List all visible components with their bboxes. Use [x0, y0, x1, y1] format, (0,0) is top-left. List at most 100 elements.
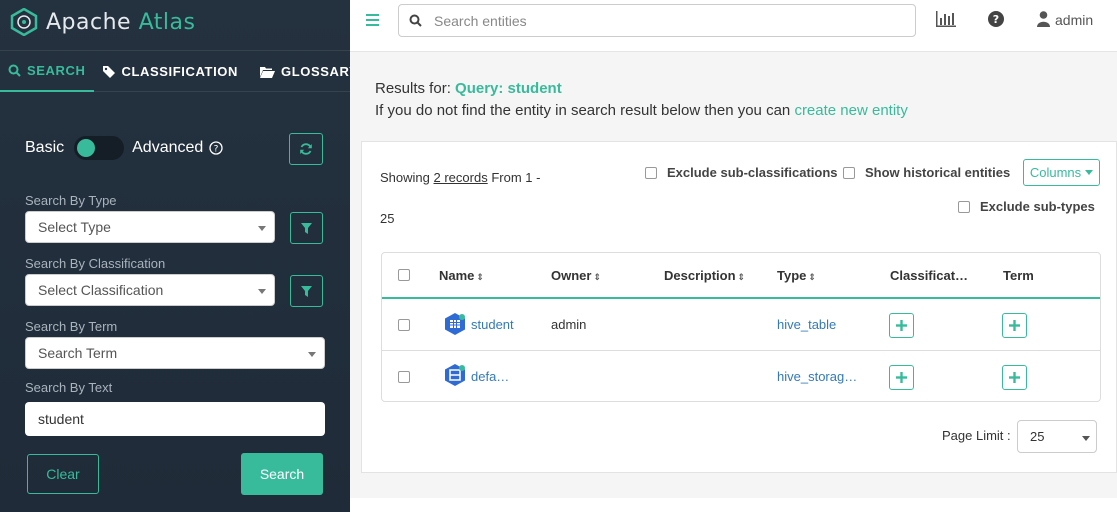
sort-icon: ⇕ — [593, 272, 602, 282]
show-historical-checkbox[interactable]: Show historical entities — [843, 165, 1010, 180]
not-found-line: If you do not find the entity in search … — [375, 102, 908, 119]
page-limit-select[interactable]: 25 — [1017, 420, 1097, 453]
checkbox-box[interactable] — [958, 200, 970, 213]
logo-text-main: Apache — [46, 9, 132, 35]
results-panel: Showing 2 records From 1 - 25 Exclude su… — [361, 141, 1117, 473]
header-description-label: Description — [664, 268, 736, 283]
hive-table-icon — [445, 313, 465, 335]
svg-text:?: ? — [214, 145, 219, 155]
hamburger-menu-icon[interactable] — [366, 13, 380, 27]
clear-button[interactable]: Clear — [27, 454, 99, 494]
sort-icon: ⇕ — [476, 272, 484, 282]
top-bar: Search entities ? admin — [350, 0, 1117, 52]
type-filter-button[interactable] — [290, 212, 323, 244]
exclude-subclassifications-checkbox[interactable]: Exclude sub-classifications — [645, 165, 838, 180]
plus-icon — [1009, 372, 1020, 383]
entity-search-input[interactable]: Search entities — [398, 4, 916, 37]
refresh-button[interactable] — [289, 133, 323, 165]
add-term-button[interactable] — [1002, 365, 1027, 390]
plus-icon — [1009, 320, 1020, 331]
records-link[interactable]: 2 records — [434, 170, 488, 185]
classification-select[interactable]: Select Classification — [25, 274, 275, 306]
not-found-text: If you do not find the entity in search … — [375, 102, 791, 119]
entity-type-link[interactable]: hive_storag… — [777, 369, 857, 384]
search-icon — [8, 64, 21, 77]
classification-select-value: Select Classification — [38, 282, 164, 298]
showing-text: Showing 2 records From 1 - — [380, 170, 540, 185]
columns-label: Columns — [1029, 165, 1082, 180]
results-for-label: Results for: — [375, 80, 451, 97]
header-owner[interactable]: Owner ⇕ — [551, 268, 601, 283]
results-for-line: Results for: Query: student — [375, 80, 562, 97]
entity-name-link[interactable]: defa… — [471, 369, 509, 384]
tab-search[interactable]: SEARCH — [0, 51, 94, 92]
header-name[interactable]: Name ⇕ — [439, 268, 484, 283]
type-select-value: Select Type — [38, 219, 111, 235]
tab-classification-label: CLASSIFICATION — [121, 64, 238, 79]
search-icon — [409, 14, 422, 27]
tab-search-label: SEARCH — [27, 63, 86, 78]
basic-advanced-toggle[interactable] — [74, 136, 125, 160]
user-icon[interactable] — [1037, 11, 1050, 27]
entity-type-link[interactable]: hive_table — [777, 317, 836, 332]
header-classification[interactable]: Classificat… — [890, 268, 968, 283]
search-button[interactable]: Search — [241, 453, 323, 495]
header-owner-label: Owner — [551, 268, 592, 283]
row-checkbox[interactable] — [398, 319, 410, 331]
toggle-knob — [77, 139, 96, 157]
statistics-chart-icon[interactable] — [936, 11, 956, 27]
term-label: Search By Term — [25, 319, 118, 334]
table-row[interactable]: student admin hive_table — [382, 299, 1100, 351]
exclude-subtypes-checkbox[interactable]: Exclude sub-types — [958, 199, 1095, 214]
filter-icon — [301, 222, 312, 234]
add-classification-button[interactable] — [889, 365, 914, 390]
header-description[interactable]: Description ⇕ — [664, 268, 745, 283]
logo[interactable]: Apache Atlas — [10, 6, 195, 38]
table-row[interactable]: defa… hive_storag… — [382, 351, 1100, 403]
select-all-checkbox[interactable] — [398, 269, 410, 281]
checkbox-box[interactable] — [645, 166, 657, 179]
help-icon[interactable]: ? — [988, 11, 1004, 27]
username[interactable]: admin — [1055, 12, 1093, 28]
help-circle-icon[interactable]: ? — [209, 141, 223, 155]
page-limit-value: 25 — [1030, 429, 1045, 444]
tab-classification[interactable]: CLASSIFICATION — [94, 51, 247, 92]
plus-icon — [896, 372, 907, 383]
exclude-subtypes-label: Exclude sub-types — [980, 199, 1095, 214]
sort-icon: ⇕ — [737, 272, 746, 282]
header-type[interactable]: Type ⇕ — [777, 268, 816, 283]
folder-open-icon — [260, 66, 275, 78]
search-text-input[interactable]: student — [25, 402, 325, 436]
classification-filter-button[interactable] — [290, 275, 323, 307]
type-label: Search By Type — [25, 193, 117, 208]
term-select[interactable]: Search Term — [25, 337, 325, 369]
term-select-value: Search Term — [38, 345, 118, 361]
showing-to-number: 25 — [380, 211, 395, 226]
show-historical-label: Show historical entities — [865, 165, 1011, 180]
chevron-down-icon — [258, 226, 266, 231]
entity-search-placeholder: Search entities — [434, 12, 527, 29]
type-select[interactable]: Select Type — [25, 211, 275, 243]
header-term[interactable]: Term — [1003, 268, 1034, 283]
plus-icon — [896, 320, 907, 331]
search-mode-row: Basic Advanced ? — [25, 136, 223, 160]
entity-owner: admin — [551, 317, 587, 332]
create-entity-link[interactable]: create new entity — [794, 102, 907, 119]
header-type-label: Type — [777, 268, 807, 283]
row-checkbox[interactable] — [398, 371, 410, 383]
checkbox-box[interactable] — [843, 166, 855, 179]
columns-dropdown-button[interactable]: Columns — [1023, 159, 1100, 186]
hive-storage-icon — [445, 364, 465, 386]
text-label: Search By Text — [25, 380, 113, 395]
add-classification-button[interactable] — [889, 313, 914, 338]
entity-name-link[interactable]: student — [471, 317, 514, 332]
tag-icon — [102, 66, 115, 78]
logo-text: Apache Atlas — [46, 10, 195, 35]
query-text: Query: student — [455, 80, 562, 97]
chevron-down-icon — [1082, 436, 1090, 441]
advanced-label: Advanced — [132, 139, 204, 156]
classification-label: Search By Classification — [25, 256, 166, 271]
refresh-icon — [300, 143, 312, 155]
basic-label: Basic — [25, 139, 65, 156]
add-term-button[interactable] — [1002, 313, 1027, 338]
